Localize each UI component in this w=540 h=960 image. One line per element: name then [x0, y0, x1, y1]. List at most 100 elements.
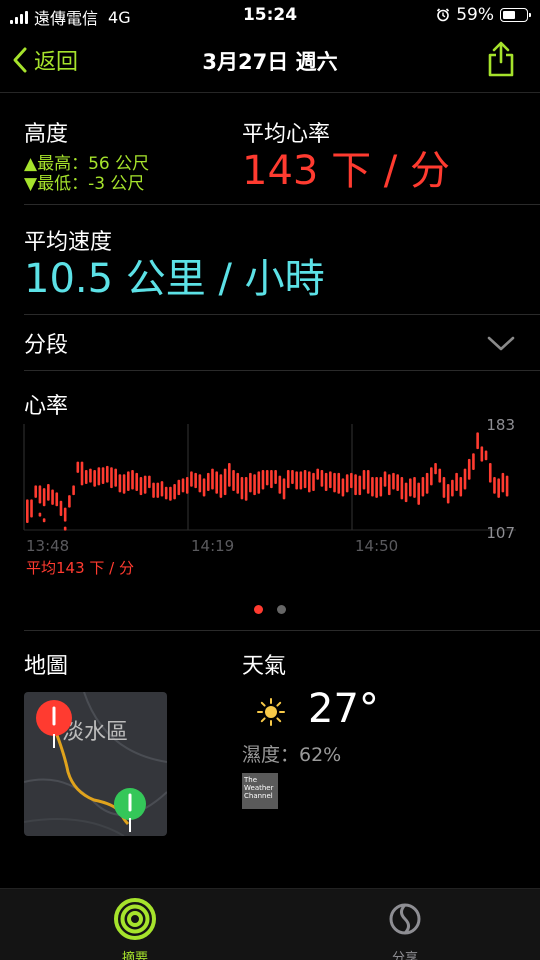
chart-bar — [480, 446, 484, 462]
chart-bar — [215, 471, 218, 494]
chart-bar — [160, 481, 164, 497]
avg-speed-value: 10.5 公里 / 小時 — [24, 256, 325, 302]
route-map[interactable]: 淡水區 — [24, 692, 167, 836]
chart-bar — [164, 486, 168, 500]
chart-bar — [148, 475, 151, 489]
chart-bar — [366, 470, 370, 494]
segments-row[interactable]: 分段 — [24, 326, 516, 360]
chart-bar — [110, 467, 113, 489]
chart-bar — [84, 470, 88, 484]
end-pin-icon — [114, 788, 146, 832]
chart-bar — [299, 471, 303, 490]
chart-bar — [375, 477, 378, 498]
x-tick-label: 13:48 — [26, 537, 69, 555]
chart-bar — [383, 471, 387, 487]
chart-bar — [55, 492, 59, 507]
chart-bar — [80, 461, 84, 486]
elevation-stat: 高度 ▲最高：56 公尺 ▼最低：-3 公尺 — [24, 116, 149, 194]
chart-bar — [257, 471, 261, 494]
chart-bar — [413, 477, 416, 498]
avg-speed-stat: 平均速度 10.5 公里 / 小時 — [24, 224, 325, 302]
chart-bar — [185, 477, 189, 494]
chart-bar — [68, 495, 71, 508]
avg-heart-rate-stat: 平均心率 143 下 / 分 — [242, 116, 450, 194]
chart-bar — [253, 474, 256, 496]
chart-bar — [505, 475, 509, 497]
chart-bar — [232, 470, 235, 491]
avg-speed-label: 平均速度 — [24, 230, 113, 255]
chart-bar — [362, 470, 366, 490]
chart-bar — [26, 499, 29, 524]
chart-bar — [286, 470, 290, 489]
share-button[interactable] — [486, 40, 516, 82]
chart-bar — [211, 468, 214, 490]
weather-title: 天氣 — [242, 654, 287, 679]
chart-bar — [156, 482, 160, 498]
chart-point — [38, 512, 42, 517]
chart-bar — [312, 472, 315, 491]
chart-bar — [324, 472, 328, 491]
chart-bar — [76, 461, 80, 473]
chart-bar — [228, 463, 231, 487]
elevation-high: ▲最高：56 公尺 — [24, 154, 150, 174]
chart-bar — [316, 468, 320, 480]
chart-bar — [493, 477, 496, 494]
chart-bar — [169, 486, 172, 501]
sun-icon — [257, 698, 285, 726]
avg-heart-rate-label: 平均心率 — [242, 122, 331, 147]
chevron-down-icon — [487, 336, 515, 351]
chart-bar — [89, 468, 92, 483]
chart-bar — [122, 474, 126, 494]
chart-bar — [463, 468, 467, 490]
chart-bar — [392, 472, 395, 490]
chart-bar — [476, 432, 479, 450]
chart-bar — [261, 470, 265, 490]
elevation-low: ▼最低：-3 公尺 — [24, 174, 145, 194]
chart-bar — [501, 472, 505, 493]
chart-bar — [434, 463, 437, 475]
chart-bar — [93, 470, 96, 487]
chart-bar — [400, 477, 404, 500]
chart-bar — [430, 467, 433, 486]
tab-summary-label: 摘要 — [121, 951, 148, 960]
chart-bar — [417, 482, 421, 505]
chart-bar — [358, 475, 362, 496]
chart-bar — [72, 485, 75, 496]
elevation-label: 高度 — [24, 122, 69, 147]
chart-bar — [118, 474, 122, 493]
chart-bar — [270, 470, 273, 489]
chart-bar — [421, 477, 425, 497]
chart-bar — [152, 482, 155, 498]
chart-bar — [282, 478, 286, 500]
chart-bar — [350, 472, 353, 489]
page-indicator — [0, 605, 540, 614]
chart-bar — [274, 470, 277, 484]
chart-bar — [451, 479, 454, 497]
weather-channel-logo: The Weather Channel — [242, 773, 278, 809]
page-dot[interactable] — [277, 605, 286, 614]
page-dot[interactable] — [254, 605, 263, 614]
chart-bar — [63, 507, 67, 522]
chart-bar — [295, 471, 298, 490]
chart-bar — [265, 470, 269, 486]
chart-bar — [30, 499, 33, 518]
chart-bar — [244, 477, 248, 501]
status-bar: 遠傳電信 4G 15:24 59% — [0, 0, 540, 30]
start-pin-icon — [36, 700, 72, 748]
chart-bar — [488, 463, 492, 483]
chart-bar — [219, 474, 223, 498]
chart-bar — [59, 500, 63, 517]
chart-bar — [379, 477, 383, 497]
tab-summary[interactable]: 摘要 — [85, 897, 185, 960]
chart-bar — [396, 474, 399, 491]
chart-bar — [472, 453, 475, 471]
activity-rings-icon — [114, 898, 156, 940]
tab-share[interactable]: 分享 — [355, 897, 455, 960]
chart-bar — [194, 472, 197, 489]
avg-heart-rate-value: 143 下 / 分 — [242, 148, 450, 194]
chart-bar — [131, 470, 134, 490]
chart-point — [42, 518, 46, 523]
chart-bar — [446, 483, 450, 504]
share-icon — [488, 41, 514, 77]
chart-bar — [337, 472, 341, 494]
